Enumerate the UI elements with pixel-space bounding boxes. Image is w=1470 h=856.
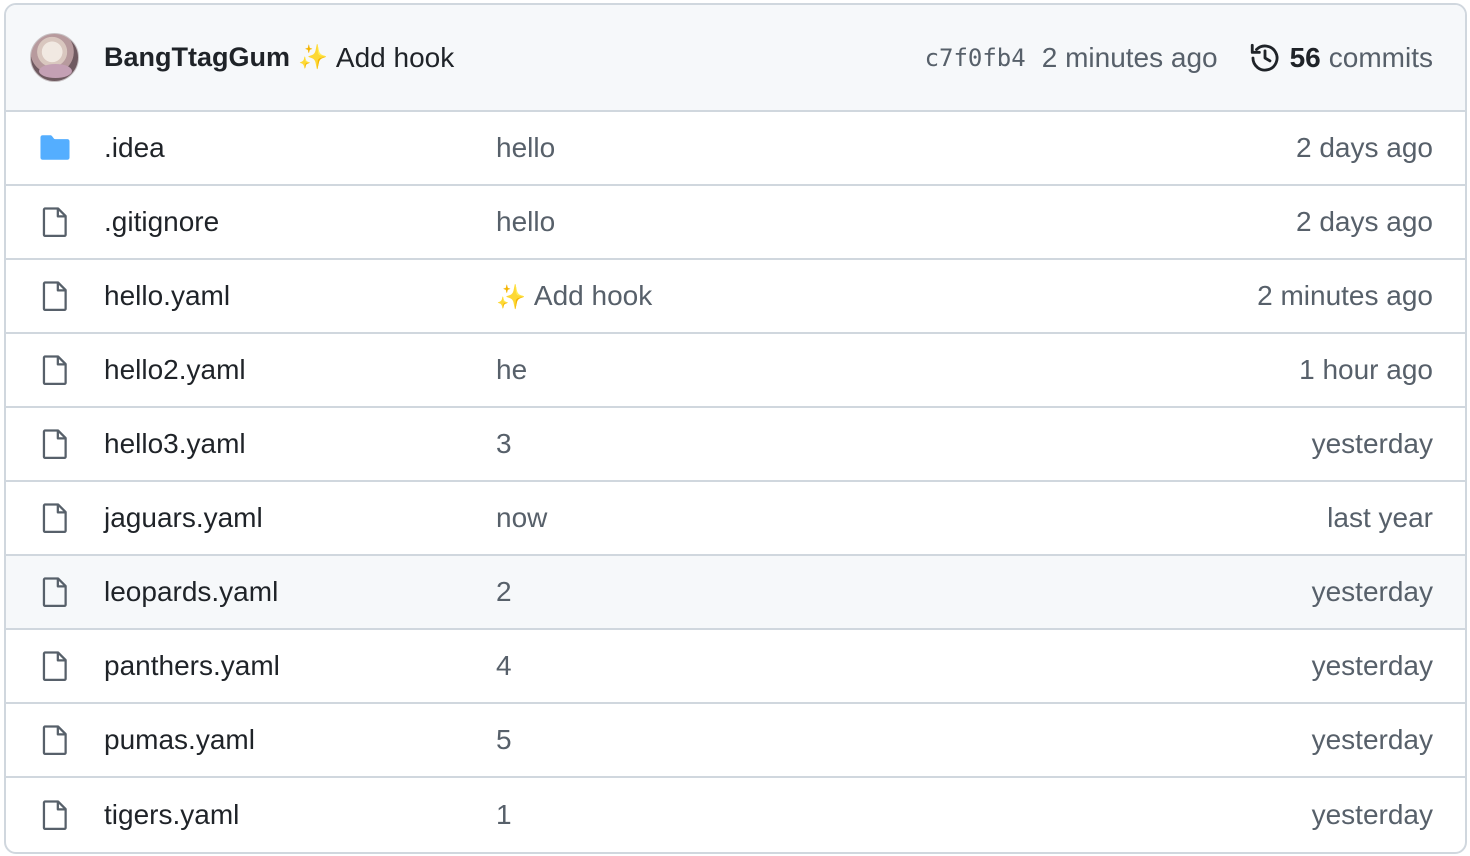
folder-icon	[38, 131, 72, 165]
file-icon	[38, 575, 72, 609]
file-icon	[38, 501, 72, 535]
file-commit-time: 2 days ago	[1296, 132, 1433, 163]
file-commit-message-text: hello	[496, 132, 556, 163]
file-row[interactable]: jaguars.yaml now last year	[6, 482, 1465, 556]
file-commit-time: yesterday	[1311, 724, 1433, 755]
file-row[interactable]: hello3.yaml 3 yesterday	[6, 408, 1465, 482]
file-name-link[interactable]: hello3.yaml	[104, 428, 246, 460]
avatar[interactable]	[30, 33, 79, 82]
file-commit-message-link[interactable]: 2	[496, 576, 512, 608]
file-icon	[38, 723, 72, 757]
file-commit-message-link[interactable]: 4	[496, 650, 512, 682]
file-name-link[interactable]: .gitignore	[104, 206, 219, 238]
file-commit-time: last year	[1327, 502, 1433, 533]
file-row[interactable]: panthers.yaml 4 yesterday	[6, 630, 1465, 704]
file-browser: BangTtagGum ✨ Add hook c7f0fb4 2 minutes…	[4, 3, 1467, 854]
file-icon	[38, 353, 72, 387]
file-commit-time: yesterday	[1311, 799, 1433, 830]
file-commit-message-text: 5	[496, 724, 512, 755]
commit-history-link[interactable]: 56 commits	[1248, 41, 1433, 75]
file-commit-time: yesterday	[1311, 428, 1433, 459]
file-name-link[interactable]: leopards.yaml	[104, 576, 278, 608]
file-commit-message-link[interactable]: hello	[496, 132, 555, 164]
file-row[interactable]: hello2.yaml he 1 hour ago	[6, 334, 1465, 408]
file-commit-time: 2 days ago	[1296, 206, 1433, 237]
commit-time: 2 minutes ago	[1041, 41, 1218, 73]
file-row[interactable]: tigers.yaml 1 yesterday	[6, 778, 1465, 852]
commit-meta: c7f0fb4 2 minutes ago 56 commits	[925, 41, 1433, 75]
file-icon	[38, 279, 72, 313]
file-commit-time: yesterday	[1311, 650, 1433, 681]
latest-commit-bar: BangTtagGum ✨ Add hook c7f0fb4 2 minutes…	[6, 5, 1465, 112]
file-commit-message-link[interactable]: ✨ Add hook	[496, 280, 652, 312]
file-name-link[interactable]: .idea	[104, 132, 165, 164]
file-commit-message-link[interactable]: hello	[496, 206, 555, 238]
file-commit-message-link[interactable]: 1	[496, 799, 512, 831]
file-commit-message-text: 4	[496, 650, 512, 681]
file-row[interactable]: .gitignore hello 2 days ago	[6, 186, 1465, 260]
file-commit-message-text: hello	[496, 206, 556, 237]
commit-message-link[interactable]: Add hook	[336, 42, 454, 74]
commit-sha-link[interactable]: c7f0fb4	[925, 44, 1026, 72]
file-list: .idea hello 2 days ago .gitignore hello 2 day…	[6, 112, 1465, 852]
commit-author-link[interactable]: BangTtagGum	[104, 42, 290, 73]
file-commit-message-link[interactable]: he	[496, 354, 527, 386]
file-commit-message-link[interactable]: 5	[496, 724, 512, 756]
file-commit-time: 1 hour ago	[1299, 354, 1433, 385]
file-row[interactable]: pumas.yaml 5 yesterday	[6, 704, 1465, 778]
file-commit-time: yesterday	[1311, 576, 1433, 607]
file-name-link[interactable]: tigers.yaml	[104, 799, 239, 831]
file-row[interactable]: .idea hello 2 days ago	[6, 112, 1465, 186]
file-name-link[interactable]: hello.yaml	[104, 280, 230, 312]
file-commit-message-text: 2	[496, 576, 512, 607]
file-name-link[interactable]: panthers.yaml	[104, 650, 280, 682]
file-name-link[interactable]: pumas.yaml	[104, 724, 255, 756]
file-row[interactable]: hello.yaml ✨ Add hook 2 minutes ago	[6, 260, 1465, 334]
file-name-link[interactable]: hello2.yaml	[104, 354, 246, 386]
commits-label: commits	[1328, 41, 1433, 73]
file-commit-message-text: now	[496, 502, 548, 533]
file-commit-message-text: he	[496, 354, 528, 385]
history-icon	[1250, 43, 1279, 71]
sparkles-emoji: ✨	[298, 44, 328, 71]
file-commit-message-link[interactable]: now	[496, 502, 547, 534]
sparkles-emoji: ✨	[496, 284, 526, 311]
file-icon	[38, 798, 72, 832]
commit-count: 56	[1289, 41, 1321, 73]
file-commit-message-text: Add hook	[533, 280, 653, 311]
file-icon	[38, 205, 72, 239]
file-icon	[38, 649, 72, 683]
file-icon	[38, 427, 72, 461]
file-commit-message-text: 1	[496, 799, 512, 830]
file-row[interactable]: leopards.yaml 2 yesterday	[6, 556, 1465, 630]
file-commit-message-link[interactable]: 3	[496, 428, 512, 460]
file-name-link[interactable]: jaguars.yaml	[104, 502, 263, 534]
file-commit-time: 2 minutes ago	[1257, 280, 1433, 311]
file-commit-message-text: 3	[496, 428, 512, 459]
